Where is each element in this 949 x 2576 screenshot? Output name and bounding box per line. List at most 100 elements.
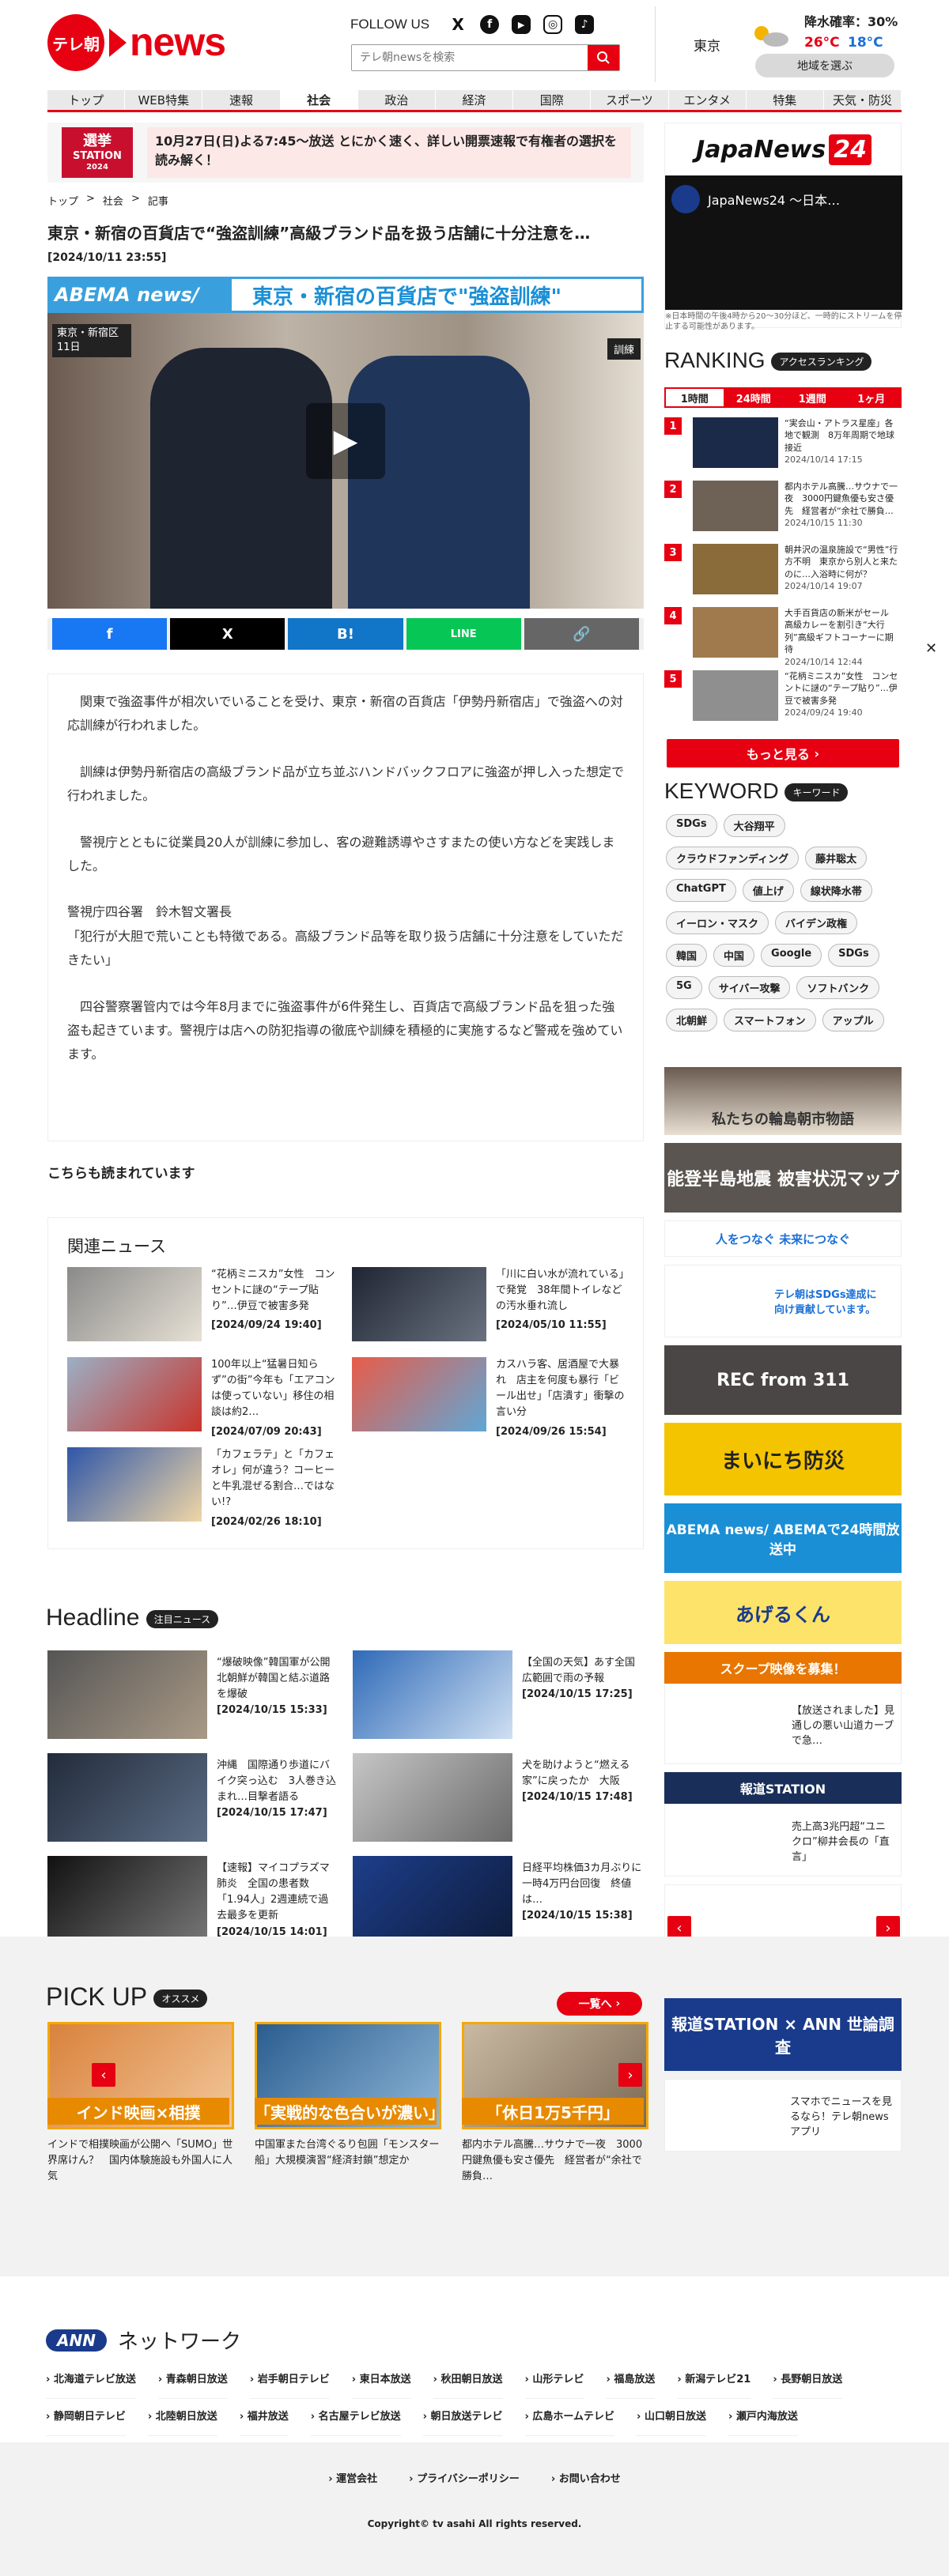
headline-item[interactable]: 日経平均株価3カ月ぶりに一時4万円台回復 終値は… [2024/10/15 15:… [353,1856,644,1944]
ranking-item[interactable]: 2 都内ホテル高騰…サウナで一夜 3000円鍵魚優も安さ優先 経営者が“余社で勝負… [664,481,902,537]
network-station-link[interactable]: › 北海道テレビ放送 [46,2362,136,2399]
network-station-link[interactable]: › 秋田朝日放送 [433,2362,503,2399]
pickup-prev-button[interactable]: ‹ [92,2063,115,2087]
keyword-tag[interactable]: 線状降水帯 [800,879,872,902]
more-ranking-button[interactable]: もっと見る › [667,739,899,768]
keyword-tag[interactable]: 大谷翔平 [723,814,785,837]
nav-item[interactable]: トップ [47,90,126,110]
nav-item[interactable]: WEB特集 [125,90,203,110]
share-hatena-button[interactable]: B! [288,618,403,650]
footer-link-privacy[interactable]: › プライバシーポリシー [409,2470,520,2485]
headline-item[interactable]: 【速報】マイコプラズマ肺炎 全国の患者数「1.94人」2週連続で過去最多を更新[… [47,1856,338,1944]
video-player[interactable]: ABEMA news/ 東京・新宿の百貨店で"強盗訓練" 東京・新宿区 11日 … [47,277,644,609]
network-station-link[interactable]: › 名古屋テレビ放送 [310,2399,401,2436]
nav-item[interactable]: スポーツ [591,90,669,110]
related-item[interactable]: 100年以上“猛暑日知らず”の街”今年も「エアコンは使っていない」移住の相談は約… [67,1357,341,1438]
related-item[interactable]: “花柄ミニスカ”女性 コンセントに謎の“テープ貼り”…伊豆で被害多発 [2024/… [67,1267,341,1341]
headline-item[interactable]: 【全国の天気】あす全国 広範囲で雨の予報 [2024/10/15 17:25] [353,1650,645,1739]
keyword-tag[interactable]: ChatGPT [666,879,736,902]
x-icon[interactable]: X [448,15,468,34]
sidebar-banner-sdgs-contrib[interactable]: テレ朝はSDGs達成に向け貢献しています。 [664,1265,902,1337]
keyword-tag[interactable]: スマートフォン [724,1009,816,1032]
japannews-widget[interactable]: JapaNews 24 JapaNews24 〜日本… ※日本時間の午後4時から2… [664,123,902,331]
area-select-button[interactable]: 地域を選ぶ [755,54,894,77]
keyword-tag[interactable]: 5G [666,976,702,999]
keyword-tag[interactable]: クラウドファンディング [666,847,800,869]
keyword-tag[interactable]: SDGs [828,944,879,967]
network-station-link[interactable]: › 山口朝日放送 [637,2399,706,2436]
crumb-top[interactable]: トップ [47,193,78,208]
share-line-button[interactable]: LINE [406,618,521,650]
pickup-next-button[interactable]: › [618,2063,642,2087]
nav-item[interactable]: 国際 [513,90,592,110]
ranking-tab-1w[interactable]: 1週間 [784,389,841,406]
keyword-tag[interactable]: 値上げ [742,879,794,902]
network-station-link[interactable]: › 広島ホームテレビ [524,2399,615,2436]
ranking-tab-24h[interactable]: 24時間 [725,389,783,406]
network-station-link[interactable]: › 長野朝日放送 [773,2362,843,2399]
headline-item[interactable]: “爆破映像”韓国軍が公開 北朝鮮が韓国と結ぶ道路を爆破 [2024/10/15 1… [47,1650,341,1739]
play-button[interactable]: ▶ [306,403,385,479]
network-station-link[interactable]: › 福島放送 [606,2362,656,2399]
related-item[interactable]: カスハラ客、居酒屋で大暴れ 店主を何度も暴行「ビール出せ」「店潰す」衝撃の言い分… [352,1357,626,1438]
nav-item[interactable]: 速報 [202,90,281,110]
network-station-link[interactable]: › 新潟テレビ21 [677,2362,751,2399]
keyword-tag[interactable]: 中国 [713,944,755,967]
ranking-item[interactable]: 3 朝井沢の温泉施設で“男性”行方不明 東京から別人と来たのに…入浴時に何が？ 20… [664,544,902,601]
japannews-video[interactable]: JapaNews24 〜日本… [665,175,902,310]
youtube-icon[interactable]: ▶ [512,15,531,34]
network-station-link[interactable]: › 岩手朝日テレビ [249,2362,330,2399]
instagram-icon[interactable]: ◎ [543,15,563,34]
network-station-link[interactable]: › 福井放送 [239,2399,289,2436]
nav-item[interactable]: 経済 [435,90,514,110]
nav-item[interactable]: 社会 [280,90,358,110]
ranking-tab-1h[interactable]: 1時間 [666,389,724,406]
related-item[interactable]: 「川に白い水が流れている」で発覚 38年間トイレなどの汚水垂れ流し [2024/0… [352,1267,626,1341]
keyword-tag[interactable]: サイバー攻撃 [708,976,791,999]
pickup-more-button[interactable]: 一覧へ › [557,1992,642,2016]
keyword-tag[interactable]: アップル [822,1009,884,1032]
keyword-tag[interactable]: 藤井聡太 [805,847,868,869]
sidebar-banner-abema[interactable]: ABEMA news/ ABEMAで24時間放送中 [664,1503,902,1573]
network-station-link[interactable]: › 北陸朝日放送 [147,2399,217,2436]
network-station-link[interactable]: › 瀬戸内海放送 [728,2399,798,2436]
headline-item[interactable]: 犬を助けようと“燃える家”に戻ったか 大阪 [2024/10/15 17:48] [353,1753,644,1842]
ranking-item[interactable]: 1 “実会山・アトラス星座」各地で観測 8万年周期で地球接近 2024/10/14 … [664,417,902,474]
ranking-item[interactable]: 4 大手百貨店の新米がセール 高級カレーを割引き“大行列”高級ギフトコーナーに期待… [664,607,902,667]
site-logo[interactable]: テレ朝 news [47,14,237,71]
facebook-icon[interactable]: f [480,15,500,34]
sidebar-banner-hodo[interactable]: 報道STATION [664,1772,902,1804]
search-input[interactable] [352,45,589,70]
headline-item[interactable]: 沖縄 国際通り歩道にバイク突っ込む 3人巻き込まれ…目撃者語る [2024/10/… [47,1753,338,1842]
keyword-tag[interactable]: ソフトバンク [796,976,880,999]
footer-link-contact[interactable]: › お問い合わせ [551,2470,621,2485]
sidebar-banner-app[interactable]: スマホでニュースを見るなら！テレ朝newsアプリ [664,2079,902,2152]
sidebar-banner-agerukun[interactable]: あげるくん [664,1581,902,1644]
network-station-link[interactable]: › 静岡朝日テレビ [46,2399,126,2436]
network-station-link[interactable]: › 青森朝日放送 [157,2362,228,2399]
sidebar-banner-noto-map[interactable]: 能登半島地震 被害状況マップ [664,1143,902,1213]
share-x-button[interactable]: X [170,618,285,650]
network-station-link[interactable]: › 東日本放送 [351,2362,411,2399]
search-button[interactable] [588,45,619,70]
sidebar-banner-poll[interactable]: 報道STATION × ANN 世論調査 [664,1998,902,2071]
network-station-link[interactable]: › 朝日放送テレビ [422,2399,503,2436]
sidebar-banner-scoop[interactable]: スクープ映像を募集！ [664,1652,902,1684]
footer-link-company[interactable]: › 運営会社 [328,2470,377,2485]
related-item[interactable]: 「カフェラテ」と「カフェオレ」何が違う？コーヒーと牛乳混ぜる割合…ではない!? [… [67,1447,341,1528]
nav-item[interactable]: エンタメ [668,90,747,110]
keyword-tag[interactable]: バイデン政権 [775,911,858,934]
sidebar-banner-sdgs[interactable]: 人をつなぐ 未来につなぐ [664,1220,902,1257]
ranking-item[interactable]: 5 “花柄ミニスカ”女性 コンセントに謎の“テープ貼り”…伊豆で被害多発 2024/… [664,670,902,727]
keyword-tag[interactable]: 韓国 [666,944,708,967]
sidebar-banner-rec311[interactable]: REC from 311 [664,1345,902,1415]
election-banner[interactable]: 選挙 STATION 2024 10月27日(日)よる7:45～放送 とにかく速… [47,123,644,183]
sidebar-banner-wajima[interactable]: 私たちの輪島朝市物語 [664,1067,902,1135]
share-link-button[interactable]: 🔗 [524,618,640,650]
keyword-tag[interactable]: SDGs [666,814,717,837]
sidebar-banner-hodo-item[interactable]: 売上高3兆円超“ユニクロ”柳井会長の「直言」 [664,1804,902,1876]
sidebar-banner-scoop-item[interactable]: 【放送されました】見通しの悪い山道カーブで急… [664,1684,902,1764]
keyword-tag[interactable]: 北朝鮮 [666,1009,718,1032]
sidebar-banner-bousai[interactable]: まいにち防災 [664,1423,902,1495]
nav-item[interactable]: 特集 [746,90,824,110]
